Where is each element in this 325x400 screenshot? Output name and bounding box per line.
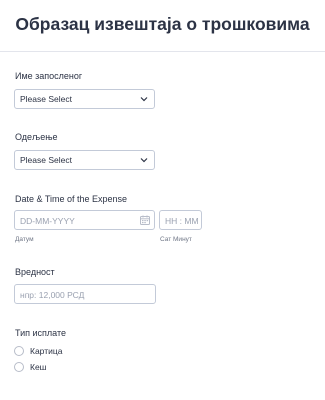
department-select-value: Please Select [20, 155, 72, 165]
payment-cash-radio[interactable] [14, 362, 24, 372]
payment-cash-label[interactable]: Кеш [30, 362, 47, 372]
form-header: Образац извештаја о трошковима [0, 0, 325, 52]
payment-card-label[interactable]: Картица [30, 346, 62, 356]
amount-label: Вредност [15, 267, 55, 277]
department-select[interactable]: Please Select [14, 150, 155, 170]
employee-name-select-value: Please Select [20, 94, 72, 104]
form-title: Образац извештаја о трошковима [15, 14, 310, 34]
date-input-placeholder: DD-MM-YYYY [20, 215, 75, 226]
amount-input[interactable]: нпр: 12,000 РСД [14, 284, 156, 304]
payment-type-label: Тип исплате [15, 328, 66, 338]
department-label: Одељење [15, 132, 58, 142]
chevron-down-icon [140, 97, 148, 102]
calendar-icon[interactable] [140, 215, 150, 225]
date-input[interactable]: DD-MM-YYYY [14, 210, 155, 230]
datetime-label: Date & Time of the Expense [15, 194, 128, 204]
chevron-down-icon [140, 158, 148, 163]
payment-card-radio[interactable] [14, 346, 24, 356]
time-input-placeholder: HH : MM [165, 215, 199, 226]
time-sublabel: Сат Минут [160, 236, 192, 243]
time-input[interactable]: HH : MM [159, 210, 202, 230]
employee-name-select[interactable]: Please Select [14, 89, 155, 109]
date-sublabel: Датум [15, 236, 34, 243]
amount-input-placeholder: нпр: 12,000 РСД [20, 289, 85, 300]
employee-name-label: Име запосленог [15, 71, 83, 81]
